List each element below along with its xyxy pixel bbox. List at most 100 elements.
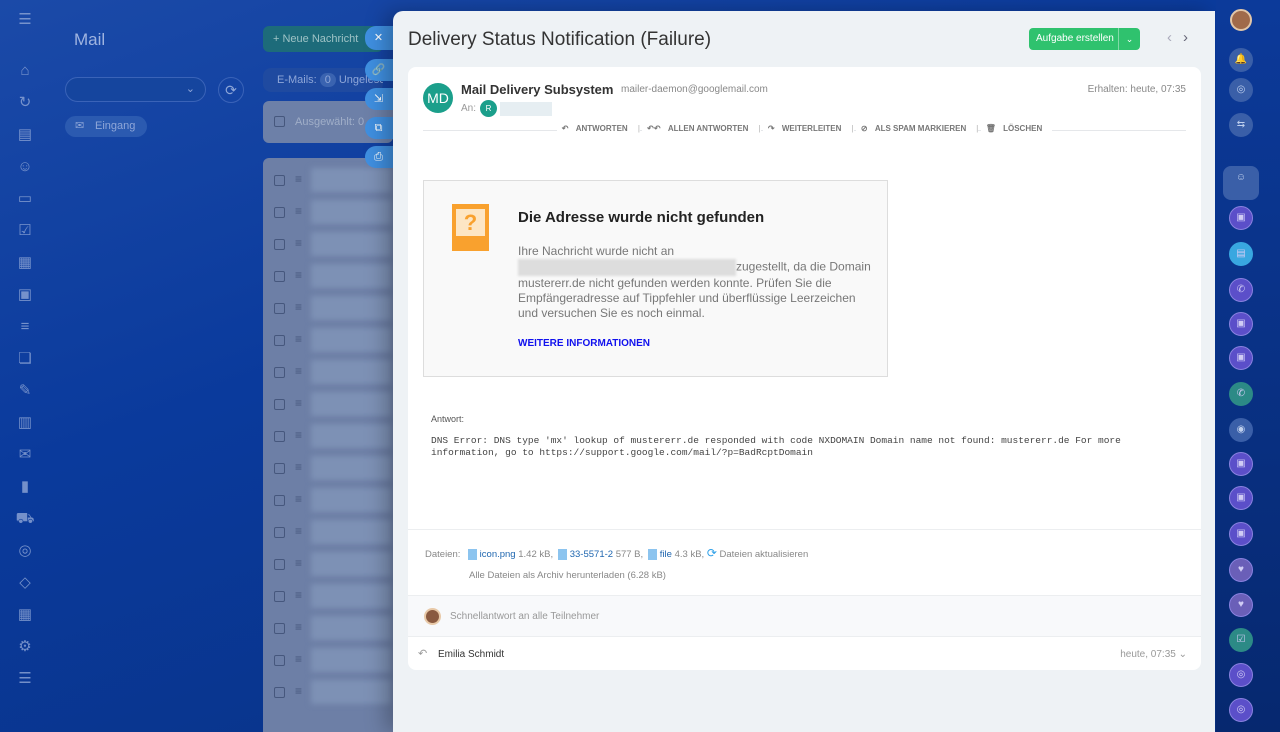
delete-button[interactable]: 🗑 LÖSCHEN bbox=[980, 124, 1053, 133]
close-button[interactable]: ✕ bbox=[365, 26, 395, 50]
cart-icon[interactable]: ⛟ bbox=[15, 509, 35, 529]
mail-icon[interactable]: ✉ bbox=[15, 445, 35, 465]
attachment-size: 1.42 kB, bbox=[518, 549, 554, 560]
attachment-link[interactable]: icon.png bbox=[480, 549, 516, 560]
copilot-icon[interactable]: ◎ bbox=[1229, 78, 1253, 102]
list-item[interactable]: ≡ bbox=[263, 580, 393, 612]
chat-bubble-icon[interactable]: ▤ bbox=[1229, 242, 1253, 266]
mailbox-select[interactable]: ⌄ bbox=[65, 77, 206, 102]
chevron-down-icon: ⌄ bbox=[185, 83, 195, 95]
attachment-link[interactable]: 33-5571-2 bbox=[570, 549, 613, 560]
file-icon bbox=[557, 548, 567, 560]
forward-button[interactable]: ↷ WEITERLEITEN bbox=[762, 124, 852, 133]
list-item[interactable]: ≡ bbox=[263, 420, 393, 452]
checkbox-icon[interactable]: ☑ bbox=[15, 221, 35, 241]
list-item[interactable]: ≡ bbox=[263, 484, 393, 516]
list-item[interactable]: ≡ bbox=[263, 388, 393, 420]
list-item[interactable]: ≡ bbox=[263, 644, 393, 676]
history-item[interactable]: ↶ Emilia Schmidt heute, 07:35 ⌄ bbox=[408, 637, 1201, 670]
spam-button[interactable]: ⊘ ALS SPAM MARKIEREN bbox=[855, 124, 977, 133]
attachment-size: 577 B, bbox=[615, 549, 644, 560]
reply-button[interactable]: ↶ ANTWORTEN bbox=[556, 124, 638, 133]
file-icon bbox=[647, 548, 657, 560]
contacts-icon[interactable]: ☺ bbox=[15, 157, 35, 177]
select-all-checkbox[interactable] bbox=[274, 116, 285, 127]
download-all-link[interactable]: Alle Dateien als Archiv herunterladen (6… bbox=[469, 570, 666, 581]
contact-book-icon[interactable]: ▣ bbox=[1229, 312, 1253, 336]
group-avatar[interactable]: ♥ bbox=[1229, 558, 1253, 582]
list-item[interactable]: ≡ bbox=[263, 228, 393, 260]
list-item[interactable]: ≡ bbox=[263, 196, 393, 228]
sync-chat-icon[interactable]: ⇆ bbox=[1229, 113, 1253, 137]
list-item[interactable]: ≡ bbox=[263, 676, 393, 708]
chevron-down-icon[interactable]: ⌄ bbox=[1118, 28, 1140, 50]
chart-icon[interactable]: ▮ bbox=[15, 477, 35, 497]
contact-book-icon[interactable]: ▣ bbox=[1229, 346, 1253, 370]
task-check-icon[interactable]: ☑ bbox=[1229, 628, 1253, 652]
list-item[interactable]: ≡ bbox=[263, 548, 393, 580]
open-new-window-button[interactable]: ⧉ bbox=[365, 117, 395, 139]
list-item[interactable]: ≡ bbox=[263, 260, 393, 292]
reply-all-button[interactable]: ↶↶ ALLEN ANTWORTEN bbox=[642, 124, 759, 133]
bell-icon[interactable]: 🔔 bbox=[1229, 48, 1253, 72]
calendar-icon[interactable]: ▦ bbox=[15, 253, 35, 273]
folder-inbox[interactable]: ✉ Eingang bbox=[65, 116, 147, 137]
refresh-button[interactable]: ⟳ bbox=[218, 77, 244, 103]
group-avatar[interactable]: ♥ bbox=[1229, 593, 1253, 617]
settings-icon[interactable]: ⚙ bbox=[15, 637, 35, 657]
copilot-icon[interactable]: ◎ bbox=[1229, 663, 1253, 687]
profile-avatar[interactable] bbox=[1230, 9, 1252, 31]
link-icon: 🔗 bbox=[371, 64, 386, 76]
menu-icon[interactable]: ☰ bbox=[15, 10, 35, 30]
attachment-link[interactable]: file bbox=[660, 549, 672, 560]
quick-reply-placeholder[interactable]: Schnellantwort an alle Teilnehmer bbox=[450, 611, 599, 622]
drive-icon[interactable]: ▭ bbox=[15, 189, 35, 209]
create-task-button[interactable]: Aufgabe erstellen ⌄ bbox=[1029, 28, 1140, 50]
edit-icon[interactable]: ✎ bbox=[15, 381, 35, 401]
board-icon[interactable]: ▣ bbox=[15, 285, 35, 305]
home-icon[interactable]: ⌂ bbox=[15, 61, 35, 81]
phone-icon[interactable]: ✆ bbox=[1229, 278, 1253, 302]
box-icon[interactable]: ◇ bbox=[15, 573, 35, 593]
error-box: ? Die Adresse wurde nicht gefunden Ihre … bbox=[423, 180, 888, 377]
contact-book-icon[interactable]: ▣ bbox=[1229, 452, 1253, 476]
table-icon[interactable]: ▦ bbox=[15, 605, 35, 625]
email-actions: ↶ ANTWORTEN | ↶↶ ALLEN ANTWORTEN | ↷ WEITE… bbox=[408, 124, 1201, 133]
chat-icon[interactable]: ❏ bbox=[15, 349, 35, 369]
contact-avatar[interactable]: ☺ bbox=[1223, 166, 1259, 200]
target-icon[interactable]: ◎ bbox=[15, 541, 35, 561]
contact-book-icon[interactable]: ▣ bbox=[1229, 206, 1253, 230]
filter-icon[interactable]: ≡ bbox=[15, 317, 35, 337]
cat-avatar[interactable]: ◉ bbox=[1229, 418, 1253, 442]
more-icon[interactable]: ☰ bbox=[15, 669, 35, 689]
refresh-files-link[interactable]: Dateien aktualisieren bbox=[720, 549, 809, 560]
list-item[interactable]: ≡ bbox=[263, 452, 393, 484]
copy-link-button[interactable]: 🔗 bbox=[365, 59, 395, 81]
to-label: An: bbox=[461, 103, 477, 114]
contact-book-icon[interactable]: ▣ bbox=[1229, 486, 1253, 510]
list-item[interactable]: ≡ bbox=[263, 516, 393, 548]
archive-icon[interactable]: ▥ bbox=[15, 413, 35, 433]
list-item[interactable]: ≡ bbox=[263, 356, 393, 388]
sender-avatar: MD bbox=[423, 83, 453, 113]
list-item[interactable]: ≡ bbox=[263, 164, 393, 196]
download-button[interactable]: ⇲ bbox=[365, 88, 395, 110]
contact-book-icon[interactable]: ▣ bbox=[1229, 522, 1253, 546]
list-item[interactable]: ≡ bbox=[263, 292, 393, 324]
prev-email-icon[interactable]: ‹ bbox=[1167, 29, 1172, 46]
more-info-link[interactable]: WEITERE INFORMATIONEN bbox=[518, 338, 650, 349]
copilot-icon[interactable]: ◎ bbox=[1229, 698, 1253, 722]
feed-icon[interactable]: ↻ bbox=[15, 93, 35, 113]
refresh-icon[interactable]: ⟳ bbox=[707, 546, 717, 560]
list-item[interactable]: ≡ bbox=[263, 612, 393, 644]
phone-icon[interactable]: ✆ bbox=[1229, 382, 1253, 406]
folder-label: Eingang bbox=[95, 120, 136, 132]
list-item[interactable]: ≡ bbox=[263, 324, 393, 356]
left-nav: ☰ ⌂ ↻ ▤ ☺ ▭ ☑ ▦ ▣ ≡ ❏ ✎ ▥ ✉ ▮ ⛟ ◎ ◇ ▦ ⚙ … bbox=[0, 0, 50, 732]
print-button[interactable]: ⎙ bbox=[365, 146, 395, 168]
next-email-icon[interactable]: › bbox=[1183, 29, 1188, 46]
quick-reply[interactable]: Schnellantwort an alle Teilnehmer bbox=[408, 595, 1201, 637]
sender-name[interactable]: Mail Delivery Subsystem bbox=[461, 82, 613, 97]
recipient-avatar[interactable]: R bbox=[480, 100, 497, 117]
tasks-icon[interactable]: ▤ bbox=[15, 125, 35, 145]
